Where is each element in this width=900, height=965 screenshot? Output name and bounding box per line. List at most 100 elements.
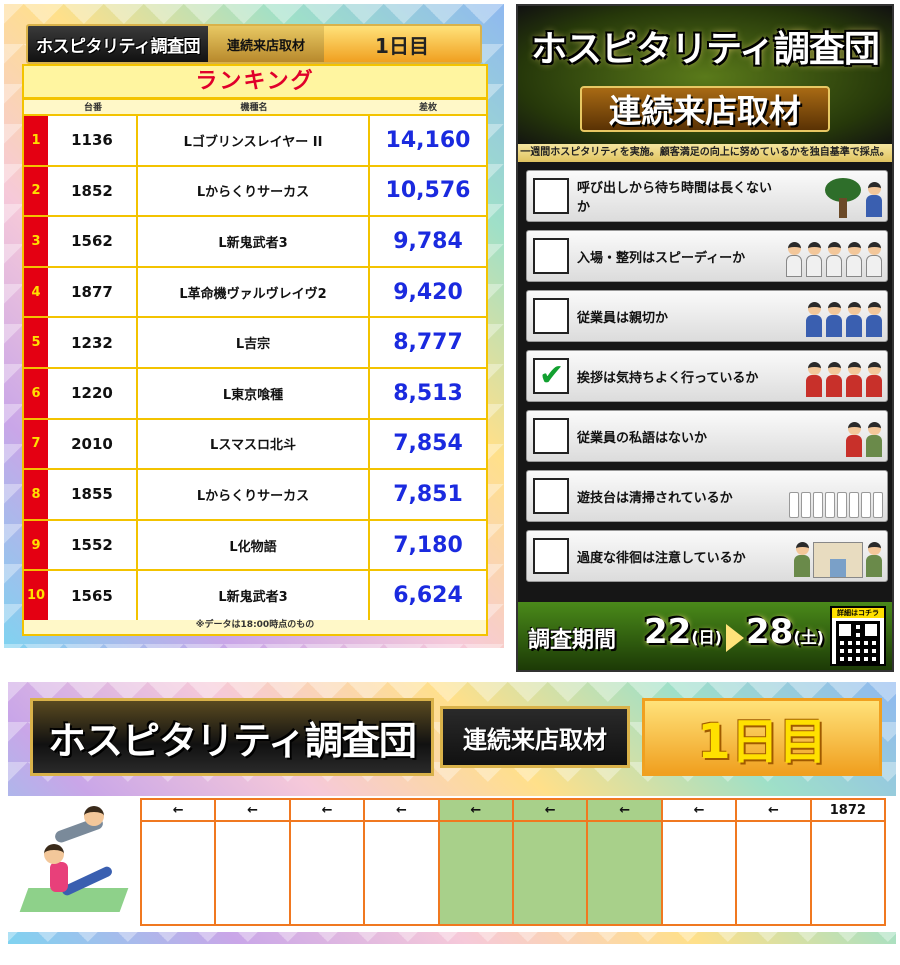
check-item-text: 従業員の私語はないか xyxy=(577,430,708,446)
unit-number: 1852 xyxy=(48,166,138,216)
tree-icon xyxy=(823,178,863,218)
slot-body xyxy=(812,822,884,924)
bottom-banner-title: ホスピタリティ調査団 xyxy=(30,698,434,776)
slot-machine-icon xyxy=(789,492,799,518)
unit-number: 1232 xyxy=(48,318,138,367)
chatting-staff-illustration xyxy=(777,414,887,458)
machine-name: Lからくりサーカス xyxy=(138,470,370,519)
header-rank xyxy=(24,100,48,114)
survey-period-bar: 調査期間 22(日) 28(土) 詳細はコチラ xyxy=(518,602,892,670)
qr-code-box[interactable]: 詳細はコチラ xyxy=(830,606,886,666)
slot-column: ← xyxy=(142,800,217,924)
list-item: 呼び出しから待ち時間は長くないか xyxy=(526,170,888,222)
check-item-text: 呼び出しから待ち時間は長くないか xyxy=(577,181,773,215)
slot-column: 1872 xyxy=(811,800,885,924)
slot-machine-icon xyxy=(825,492,835,518)
slot-body xyxy=(142,822,214,924)
header-name: 機種名 xyxy=(240,103,268,113)
staff-icon xyxy=(865,422,883,458)
banner-day: 1日目 xyxy=(324,26,480,62)
slot-machine-icon xyxy=(801,492,811,518)
diff-value: 8,513 xyxy=(393,380,463,406)
diff-value: 9,784 xyxy=(393,228,463,254)
slot-machine-icon xyxy=(873,492,883,518)
list-item: 過度な徘徊は注意しているか xyxy=(526,530,888,582)
machine-name: L化物語 xyxy=(138,520,370,570)
exercise-illustration xyxy=(19,802,130,922)
rank-number: 2 xyxy=(24,166,48,216)
period-label: 調査期間 xyxy=(528,628,617,653)
unit-number: 1220 xyxy=(48,368,138,418)
table-row: 9 1552 L化物語 7,180 xyxy=(24,518,486,570)
table-row: 5 1232 L吉宗 8,777 xyxy=(24,316,486,367)
arrow-right-icon xyxy=(726,624,744,652)
diff-value: 7,180 xyxy=(393,532,463,558)
unit-number: 1136 xyxy=(48,116,138,165)
slot-column-highlighted: ← xyxy=(514,800,589,924)
diff-value: 8,777 xyxy=(393,330,463,356)
rank-number: 6 xyxy=(24,368,48,418)
machine-name: L新鬼武者3 xyxy=(138,571,370,620)
slot-column: ← xyxy=(737,800,812,924)
staff-icon xyxy=(845,422,863,458)
slot-body xyxy=(365,822,437,924)
slot-machines-illustration xyxy=(777,474,887,518)
checkbox xyxy=(533,418,569,454)
greeting-staff-illustration xyxy=(777,354,887,398)
checkbox xyxy=(533,478,569,514)
diff-value: 6,624 xyxy=(393,583,463,609)
check-item-text: 入場・整列はスピーディーか xyxy=(577,250,746,266)
slot-label: ← xyxy=(514,800,587,822)
slot-label: 1872 xyxy=(811,800,885,822)
person-icon xyxy=(865,242,883,278)
diff-value: 7,854 xyxy=(393,431,463,457)
slot-column-highlighted: ← xyxy=(439,800,515,924)
person-icon xyxy=(793,542,811,578)
ranking-header-row: 台番 機種名 差枚 xyxy=(24,100,486,114)
slot-body xyxy=(588,822,661,924)
slot-body xyxy=(663,822,735,924)
checkbox xyxy=(533,178,569,214)
unit-number: 1552 xyxy=(48,520,138,570)
slot-label: ← xyxy=(216,800,289,822)
rank-number: 5 xyxy=(24,318,48,367)
table-row: 4 1877 L革命機ヴァルヴレイヴ2 9,420 xyxy=(24,265,486,317)
survey-title: ホスピタリティ調査団 xyxy=(531,29,880,70)
checkbox xyxy=(533,538,569,574)
rank-number: 9 xyxy=(24,520,48,570)
slot-body xyxy=(514,822,587,924)
staff-icon xyxy=(865,302,883,338)
staff-icon xyxy=(805,302,823,338)
period-start: 22(日) xyxy=(644,612,722,652)
person-icon xyxy=(805,242,823,278)
table-row: 8 1855 Lからくりサーカス 7,851 xyxy=(24,468,486,519)
bottom-banner-day: 1日目 xyxy=(642,698,882,776)
diff-value: 9,420 xyxy=(393,279,463,305)
slot-label: ← xyxy=(588,800,661,822)
checkmark-icon: ✔ xyxy=(539,358,565,393)
waiting-staff-illustration xyxy=(777,174,887,218)
person-icon xyxy=(785,242,803,278)
checkbox-checked: ✔ xyxy=(533,358,569,394)
wandering-people-illustration xyxy=(777,534,887,578)
slot-machine-icon xyxy=(861,492,871,518)
staff-icon xyxy=(825,362,843,398)
banner-subtitle: 連続来店取材 xyxy=(208,26,324,62)
survey-header: ホスピタリティ調査団 連続来店取材 xyxy=(518,6,892,148)
checklist: 呼び出しから待ち時間は長くないか 入場・整列はスピーディーか 従業員は親切か ✔… xyxy=(526,170,888,590)
slot-grid: ← ← ← ← ← ← ← ← ← 1872 xyxy=(140,798,886,926)
person-icon xyxy=(845,242,863,278)
shop-icon xyxy=(813,542,863,578)
ranking-banner: ホスピタリティ調査団 連続来店取材 1日目 xyxy=(26,24,482,64)
check-item-text: 従業員は親切か xyxy=(577,310,669,326)
list-item: 従業員は親切か xyxy=(526,290,888,342)
check-item-text: 過度な徘徊は注意しているか xyxy=(577,550,746,566)
banner-title: ホスピタリティ調査団 xyxy=(28,26,208,62)
unit-number: 2010 xyxy=(48,419,138,469)
rank-number: 3 xyxy=(24,217,48,266)
list-item: 入場・整列はスピーディーか xyxy=(526,230,888,282)
slot-label: ← xyxy=(290,800,364,822)
machine-name: Lゴブリンスレイヤー II xyxy=(138,116,370,165)
data-note: ※データは18:00時点のもの xyxy=(195,620,315,630)
slot-machine-icon xyxy=(813,492,823,518)
